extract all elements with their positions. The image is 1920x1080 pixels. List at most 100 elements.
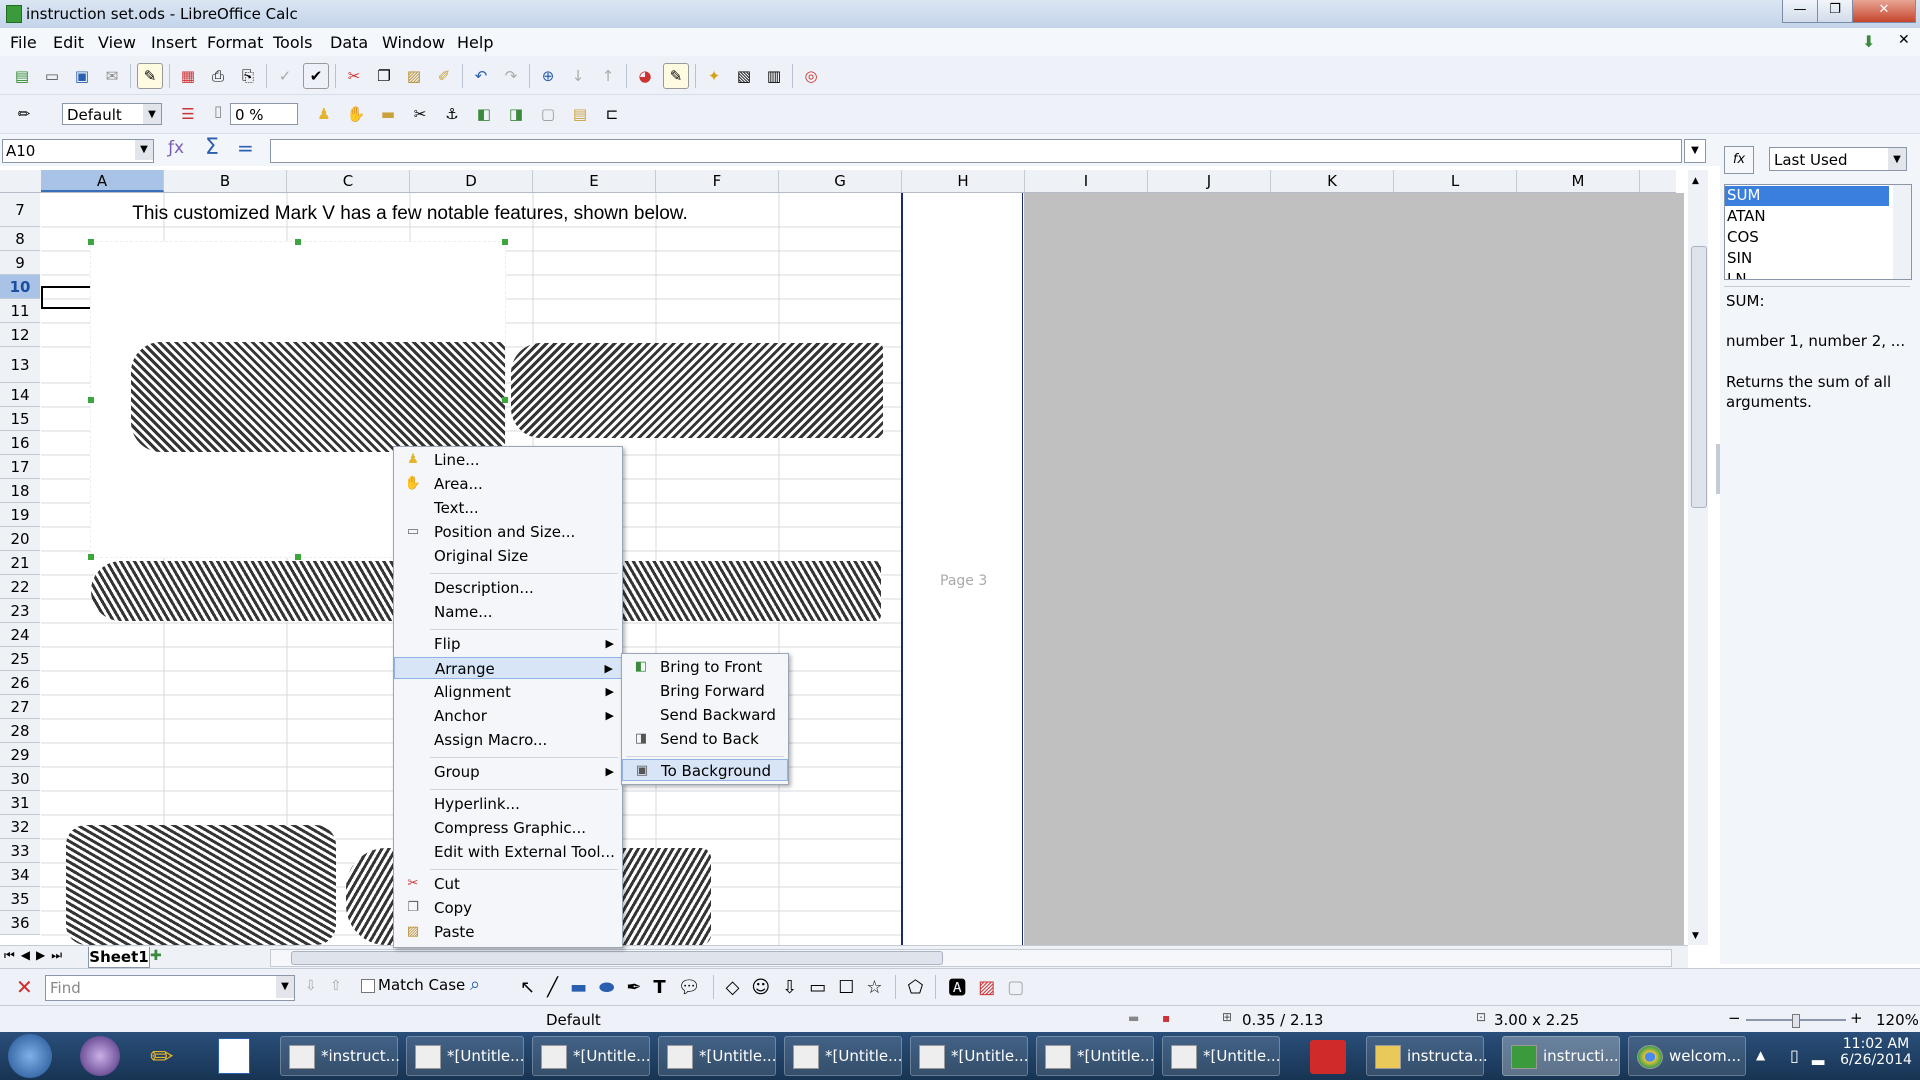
new-icon[interactable]: ▤ <box>10 64 34 88</box>
selection-handle[interactable] <box>295 239 301 245</box>
menu-item-line[interactable]: ♟ Line... <box>394 449 622 471</box>
email-icon[interactable]: ✉ <box>100 64 124 88</box>
row-header-25[interactable]: 25 <box>0 647 40 671</box>
flowchart-icon[interactable]: ▭ <box>809 977 826 998</box>
row-header-13[interactable]: 13 <box>0 347 40 383</box>
column-header-e[interactable]: E <box>533 170 656 192</box>
writer-taskbar-icon[interactable] <box>218 1038 250 1074</box>
horizontal-scrollbar[interactable] <box>270 949 1672 967</box>
expand-formula-icon[interactable]: ▼ <box>1684 139 1706 163</box>
menu-tools[interactable]: Tools <box>273 33 312 52</box>
shadow-icon[interactable]: ▬ <box>376 102 400 126</box>
insert-image-icon[interactable]: ▨ <box>978 977 995 998</box>
row-header-10[interactable]: 10 <box>0 275 40 299</box>
row-header-35[interactable]: 35 <box>0 887 40 911</box>
scrollbar-thumb[interactable] <box>1691 246 1707 508</box>
navigator-icon[interactable]: ✦ <box>702 64 726 88</box>
column-header-m[interactable]: M <box>1517 170 1640 192</box>
to-foreground-icon[interactable]: ▢ <box>536 102 560 126</box>
sheet-tab-sheet1[interactable]: Sheet1 <box>88 947 150 968</box>
row-header-31[interactable]: 31 <box>0 791 40 815</box>
task-untitled-5[interactable]: *[Untitle... <box>910 1036 1028 1076</box>
stars-icon[interactable]: ☆ <box>866 977 882 998</box>
submenu-to-background[interactable]: ▣ To Background <box>622 759 788 781</box>
menu-item-cut[interactable]: ✂ Cut <box>394 873 622 895</box>
fontwork-icon[interactable]: 🅰︎ <box>948 974 966 1000</box>
menu-item-paste[interactable]: ▨ Paste <box>394 921 622 943</box>
menu-item-description[interactable]: Description... <box>394 577 622 599</box>
print-icon[interactable]: ⎙ <box>206 64 230 88</box>
function-item-sum[interactable]: SUM <box>1725 186 1889 206</box>
menu-item-anchor[interactable]: Anchor ▶ <box>394 705 622 727</box>
close-button[interactable]: ✕ <box>1852 0 1916 23</box>
sort-descending-icon[interactable]: ↑ <box>596 64 620 88</box>
selection-mode-icon[interactable]: ▬ <box>1128 1011 1139 1025</box>
bring-to-front-icon[interactable]: ◧ <box>472 102 496 126</box>
row-header-34[interactable]: 34 <box>0 863 40 887</box>
menu-window[interactable]: Window <box>382 33 445 52</box>
menu-format[interactable]: Format <box>207 33 263 52</box>
start-button[interactable] <box>8 1034 52 1078</box>
match-case-checkbox[interactable] <box>361 979 375 993</box>
column-header-b[interactable]: B <box>164 170 287 192</box>
column-header-f[interactable]: F <box>656 170 779 192</box>
find-input[interactable]: Find ▼ <box>45 975 295 1001</box>
crop-icon[interactable]: ✂ <box>408 102 432 126</box>
send-to-back-icon[interactable]: ◨ <box>504 102 528 126</box>
name-box[interactable]: A10 ▼ <box>2 139 154 163</box>
row-header-18[interactable]: 18 <box>0 479 40 503</box>
spellcheck-icon[interactable]: ✓ <box>273 64 297 88</box>
row-header-23[interactable]: 23 <box>0 599 40 623</box>
menu-item-area[interactable]: ✋ Area... <box>394 473 622 495</box>
formula-icon[interactable]: = <box>237 136 254 160</box>
update-icon[interactable]: ⬇ <box>1862 32 1875 51</box>
hyperlink-icon[interactable]: ⊕ <box>536 64 560 88</box>
menu-item-position-size[interactable]: ▭ Position and Size... <box>394 521 622 543</box>
maximize-button[interactable]: ❐ <box>1817 0 1853 23</box>
row-header-24[interactable]: 24 <box>0 623 40 647</box>
sheet-navigation-icon[interactable]: ⏮◀▶⏭ <box>4 948 68 963</box>
column-header-h[interactable]: H <box>902 170 1025 192</box>
copy-icon[interactable]: ❐ <box>372 64 396 88</box>
find-previous-icon[interactable]: ⇩ <box>305 978 317 994</box>
column-header-j[interactable]: J <box>1148 170 1271 192</box>
line-tool-icon[interactable]: ╱ <box>547 977 558 998</box>
zoom-slider-thumb[interactable] <box>1792 1014 1800 1028</box>
line-style-icon[interactable]: ✏ <box>12 102 36 126</box>
show-draw-functions-icon[interactable]: ✎ <box>663 63 689 89</box>
column-header-a[interactable]: A <box>41 170 164 192</box>
row-header-22[interactable]: 22 <box>0 575 40 599</box>
menu-file[interactable]: File <box>10 33 37 52</box>
selection-handle[interactable] <box>88 554 94 560</box>
callout-tool-icon[interactable]: 💬︎ <box>678 977 701 998</box>
function-list[interactable]: SUM ATAN COS SIN LN <box>1724 184 1912 280</box>
task-untitled-3[interactable]: *[Untitle... <box>658 1036 776 1076</box>
row-header-30[interactable]: 30 <box>0 767 40 791</box>
column-header-k[interactable]: K <box>1271 170 1394 192</box>
area-icon[interactable]: ✋ <box>344 102 368 126</box>
paste-icon[interactable]: ▨ <box>402 64 426 88</box>
extrusion-icon[interactable]: ▢ <box>1007 977 1024 998</box>
scrollbar-thumb[interactable] <box>291 951 943 965</box>
task-instructa-folder[interactable]: instructa... <box>1366 1036 1488 1076</box>
open-icon[interactable]: ▭ <box>40 64 64 88</box>
menu-item-edit-external[interactable]: Edit with External Tool... <box>394 841 622 863</box>
pencil-taskbar-icon[interactable]: ✏ <box>150 1040 173 1073</box>
sidebar-splitter[interactable] <box>1716 444 1720 494</box>
task-untitled-7[interactable]: *[Untitle... <box>1162 1036 1280 1076</box>
task-untitled-4[interactable]: *[Untitle... <box>784 1036 902 1076</box>
column-header-i[interactable]: I <box>1025 170 1148 192</box>
text-tool-icon[interactable]: T <box>653 977 665 998</box>
block-arrows-icon[interactable]: ⇩ <box>782 977 797 998</box>
task-untitled-6[interactable]: *[Untitle... <box>1036 1036 1154 1076</box>
find-replace-icon[interactable]: ⌕ <box>470 974 480 995</box>
undo-icon[interactable]: ↶ <box>469 64 493 88</box>
menu-item-hyperlink[interactable]: Hyperlink... <box>394 793 622 815</box>
redo-icon[interactable]: ↷ <box>499 64 523 88</box>
rectangle-tool-icon[interactable]: ▬ <box>570 977 587 998</box>
basic-shapes-icon[interactable]: ◇ <box>726 977 740 998</box>
menu-item-group[interactable]: Group ▶ <box>394 761 622 783</box>
symbol-shapes-icon[interactable]: ☺ <box>751 977 770 998</box>
task-untitled-2[interactable]: *[Untitle... <box>532 1036 650 1076</box>
row-header-36[interactable]: 36 <box>0 911 40 935</box>
